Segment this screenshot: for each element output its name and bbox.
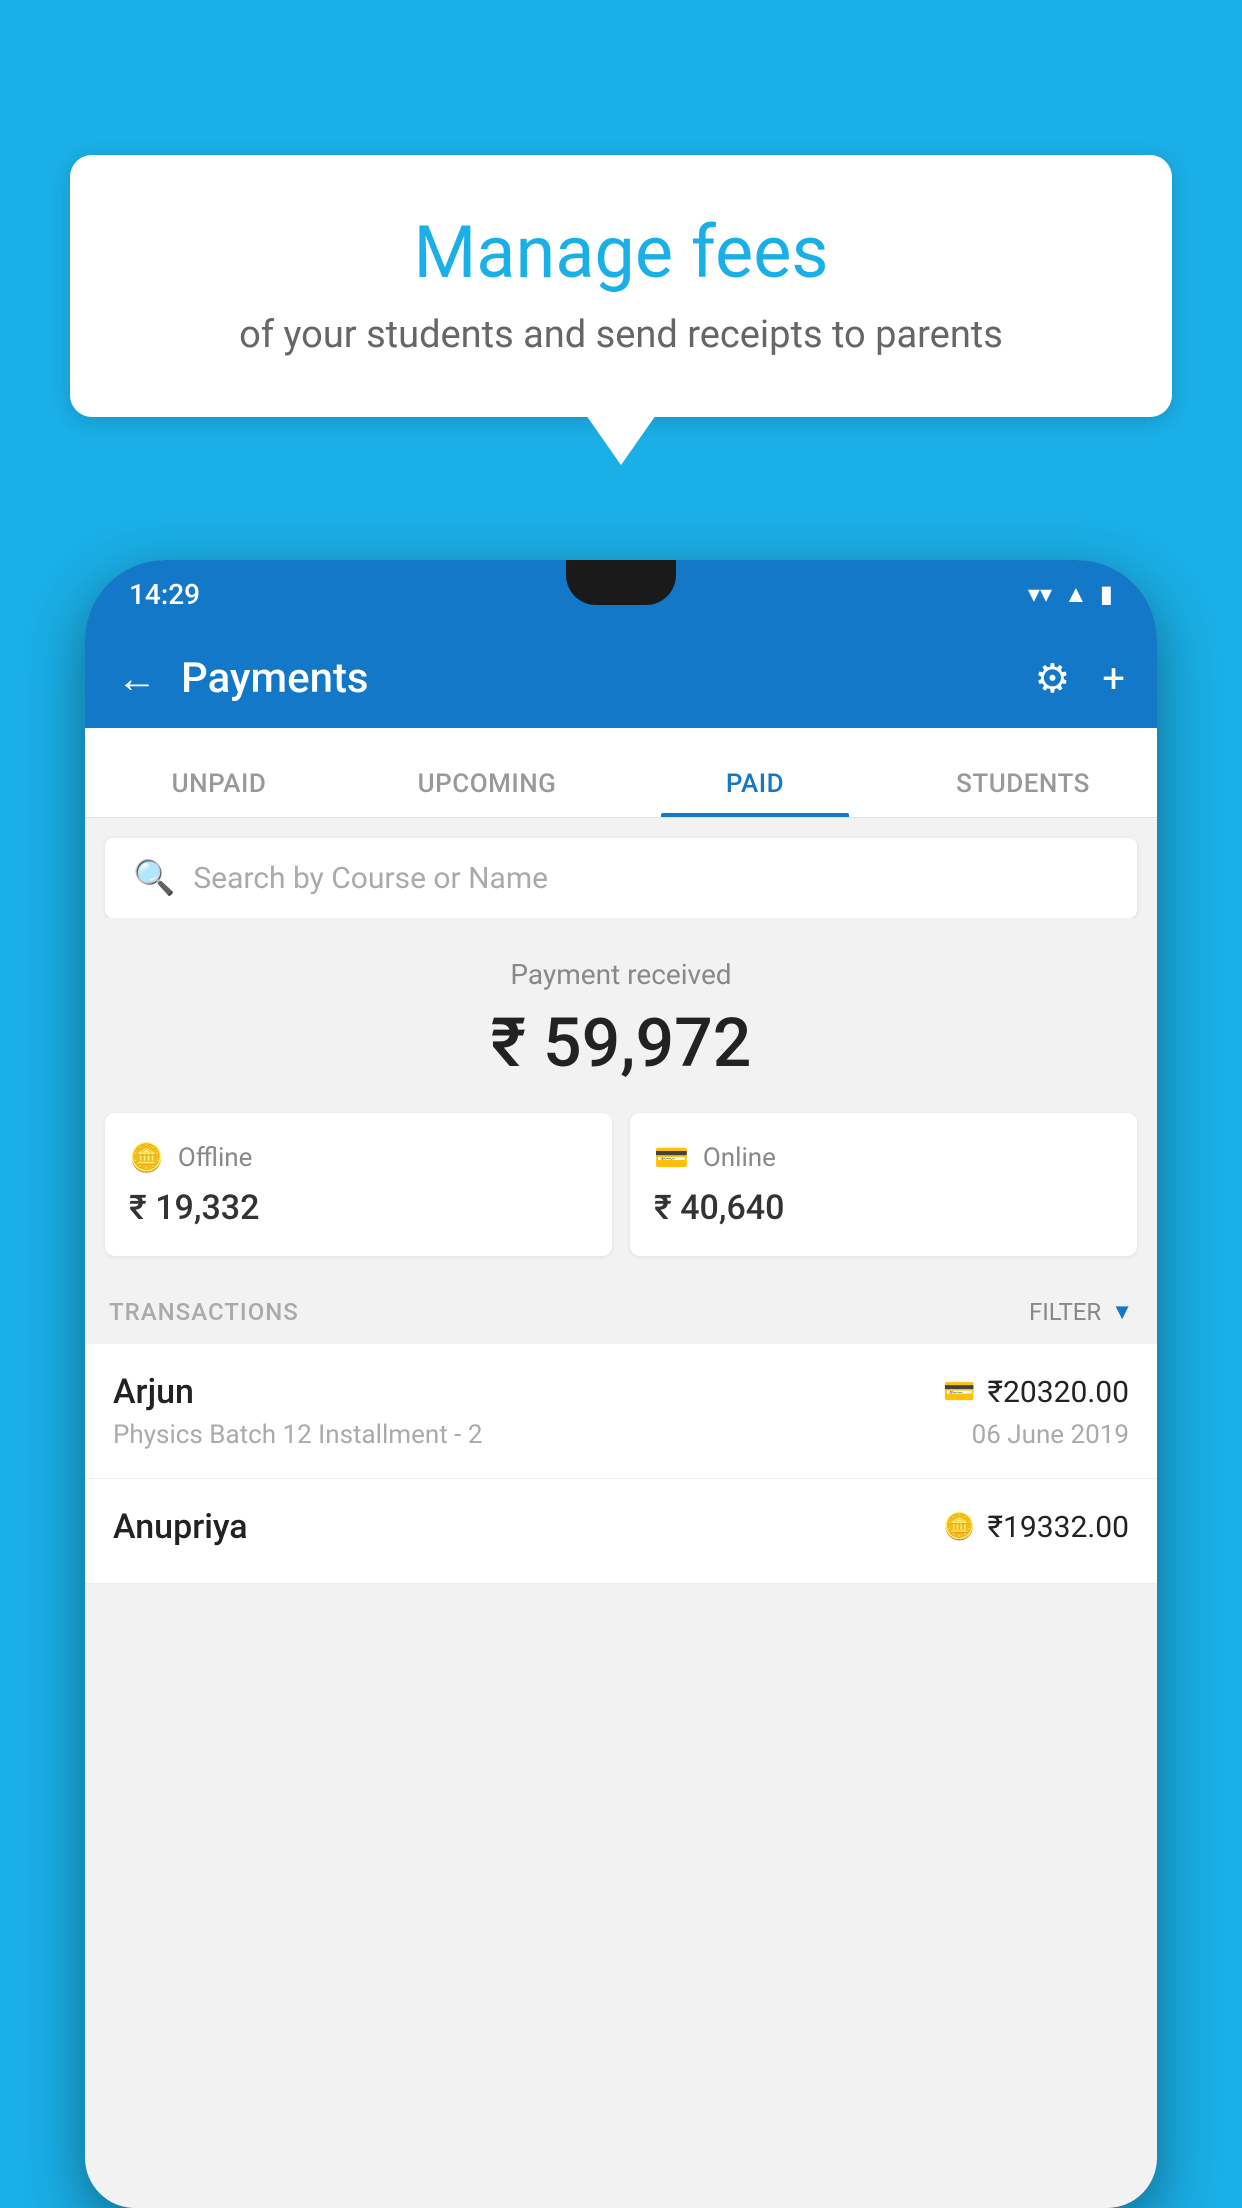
online-amount: ₹ 40,640	[654, 1188, 1113, 1228]
speech-bubble-container: Manage fees of your students and send re…	[70, 155, 1172, 417]
app-bar-actions: ⚙ +	[1034, 655, 1125, 702]
transaction-top-2: Anupriya 🪙 ₹19332.00	[113, 1507, 1129, 1547]
plus-icon[interactable]: +	[1102, 655, 1125, 702]
card-payment-icon-1: 💳	[943, 1377, 975, 1407]
online-label: Online	[703, 1143, 776, 1173]
status-time: 14:29	[129, 578, 200, 611]
table-row[interactable]: Arjun 💳 ₹20320.00 Physics Batch 12 Insta…	[85, 1344, 1157, 1479]
transactions-header: TRANSACTIONS FILTER ▼	[85, 1280, 1157, 1344]
app-bar-title: Payments	[181, 654, 1034, 703]
search-icon: 🔍	[133, 858, 175, 898]
payment-received-label: Payment received	[85, 958, 1157, 991]
transaction-detail-1: Physics Batch 12 Installment - 2	[113, 1420, 482, 1450]
gear-icon[interactable]: ⚙	[1034, 655, 1070, 702]
cash-payment-icon-2: 🪙	[943, 1512, 975, 1542]
transaction-bottom-1: Physics Batch 12 Installment - 2 06 June…	[113, 1420, 1129, 1450]
payment-received-section: Payment received ₹ 59,972	[85, 918, 1157, 1113]
table-row[interactable]: Anupriya 🪙 ₹19332.00	[85, 1479, 1157, 1584]
tab-paid[interactable]: PAID	[621, 769, 889, 817]
screen-body: 🔍 Search by Course or Name Payment recei…	[85, 818, 1157, 2208]
speech-bubble: Manage fees of your students and send re…	[70, 155, 1172, 417]
bubble-title: Manage fees	[130, 210, 1112, 295]
offline-icon: 🪙	[129, 1141, 164, 1174]
transaction-top-1: Arjun 💳 ₹20320.00	[113, 1372, 1129, 1412]
tab-unpaid[interactable]: UNPAID	[85, 769, 353, 817]
tab-students[interactable]: STUDENTS	[889, 769, 1157, 817]
payment-cards: 🪙 Offline ₹ 19,332 💳 Online ₹ 40,640	[85, 1113, 1157, 1280]
transaction-amount-wrap-2: 🪙 ₹19332.00	[943, 1510, 1129, 1545]
payment-received-amount: ₹ 59,972	[85, 1003, 1157, 1083]
bubble-subtitle: of your students and send receipts to pa…	[130, 313, 1112, 357]
online-icon: 💳	[654, 1141, 689, 1174]
offline-amount: ₹ 19,332	[129, 1188, 588, 1228]
offline-card: 🪙 Offline ₹ 19,332	[105, 1113, 612, 1256]
transactions-label: TRANSACTIONS	[109, 1298, 299, 1326]
tabs: UNPAID UPCOMING PAID STUDENTS	[85, 728, 1157, 818]
notch	[566, 560, 676, 605]
status-bar: 14:29 ▾▾ ▲ ▮	[85, 560, 1157, 628]
status-icons: ▾▾ ▲ ▮	[1028, 580, 1113, 609]
phone-frame: 14:29 ▾▾ ▲ ▮ ← Payments ⚙ + UNPAID UPCOM…	[85, 560, 1157, 2208]
back-button[interactable]: ←	[117, 655, 157, 702]
transaction-name-1: Arjun	[113, 1372, 194, 1412]
transaction-name-2: Anupriya	[113, 1507, 248, 1547]
transaction-amount-2: ₹19332.00	[988, 1510, 1129, 1545]
tab-upcoming[interactable]: UPCOMING	[353, 769, 621, 817]
filter-button[interactable]: FILTER ▼	[1029, 1298, 1133, 1326]
online-card-header: 💳 Online	[654, 1141, 1113, 1174]
search-bar[interactable]: 🔍 Search by Course or Name	[105, 838, 1137, 918]
transaction-date-1: 06 June 2019	[972, 1420, 1129, 1450]
transaction-amount-1: ₹20320.00	[988, 1375, 1129, 1410]
online-card: 💳 Online ₹ 40,640	[630, 1113, 1137, 1256]
signal-icon: ▲	[1064, 580, 1088, 609]
filter-icon: ▼	[1111, 1299, 1133, 1325]
wifi-icon: ▾▾	[1028, 580, 1052, 608]
filter-label: FILTER	[1029, 1298, 1101, 1326]
battery-icon: ▮	[1100, 580, 1113, 608]
search-placeholder: Search by Course or Name	[193, 861, 548, 896]
offline-card-header: 🪙 Offline	[129, 1141, 588, 1174]
phone-screen: 14:29 ▾▾ ▲ ▮ ← Payments ⚙ + UNPAID UPCOM…	[85, 560, 1157, 2208]
app-bar: ← Payments ⚙ +	[85, 628, 1157, 728]
transaction-amount-wrap-1: 💳 ₹20320.00	[943, 1375, 1129, 1410]
offline-label: Offline	[178, 1143, 253, 1173]
